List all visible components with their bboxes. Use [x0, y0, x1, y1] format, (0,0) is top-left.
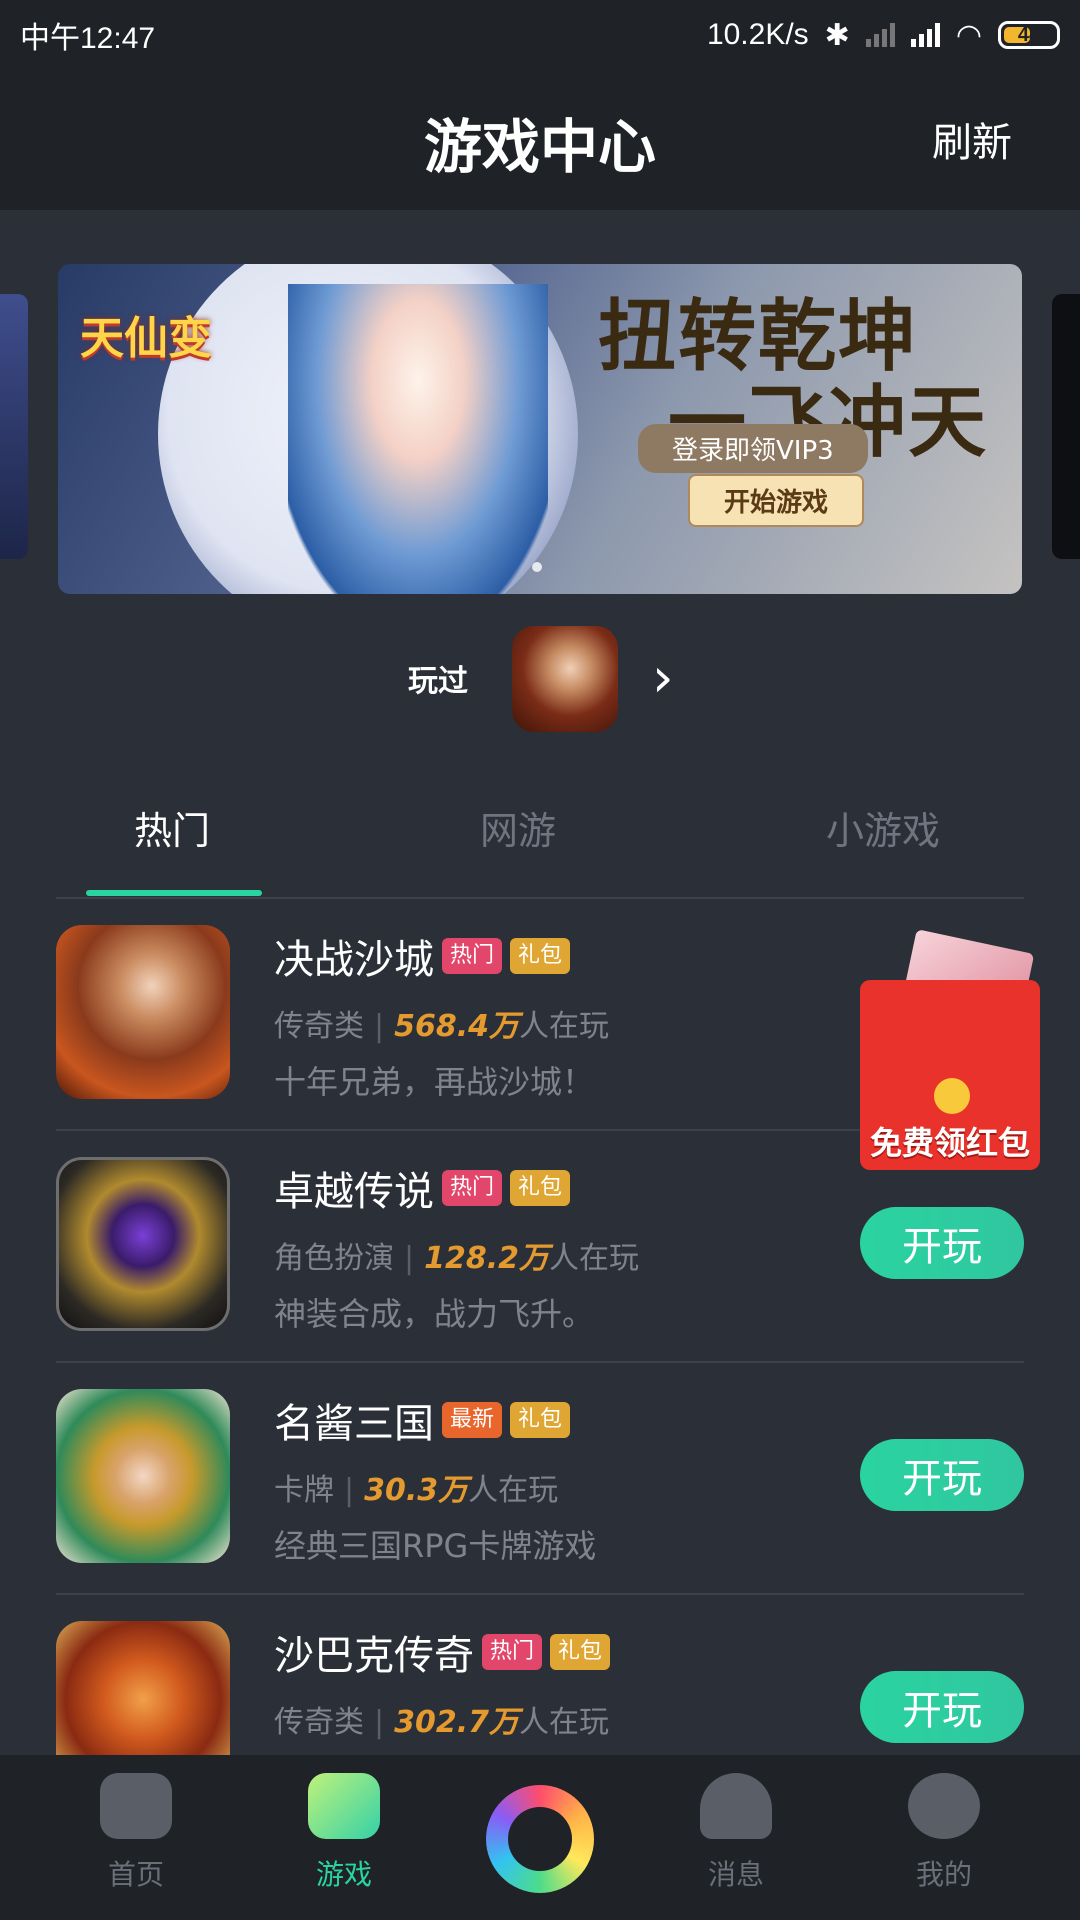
player-count: 302.7万: [394, 1705, 520, 1740]
game-title: 卓越传说 热门 礼包: [274, 1159, 571, 1217]
smile-face-icon: [908, 1773, 980, 1839]
active-tab-indicator: [86, 890, 262, 896]
hot-badge: 热门: [442, 938, 503, 974]
center-ring-button[interactable]: [486, 1785, 594, 1893]
player-count-suffix: 人在玩: [549, 1241, 640, 1276]
play-video-icon: [100, 1773, 172, 1839]
game-category: 卡牌: [274, 1473, 334, 1508]
game-name: 卓越传说: [274, 1169, 434, 1215]
game-category: 角色扮演: [274, 1241, 394, 1276]
chevron-right-icon[interactable]: ›: [652, 646, 674, 709]
list-item[interactable]: 名酱三国 最新 礼包 卡牌 | 30.3万人在玩 经典三国RPG卡牌游戏 开玩: [56, 1363, 1024, 1595]
game-icon: [56, 1621, 230, 1755]
player-count-suffix: 人在玩: [468, 1473, 559, 1508]
banner-start-game-button[interactable]: 开始游戏: [688, 474, 865, 527]
game-name: 沙巴克传奇: [274, 1633, 474, 1679]
gamepad-icon: [308, 1773, 380, 1839]
tab-hot[interactable]: 热门: [134, 800, 210, 855]
nav-messages[interactable]: 消息: [656, 1773, 816, 1893]
game-icon: [56, 925, 230, 1099]
bell-icon: [700, 1773, 772, 1839]
game-meta: 传奇类 | 568.4万人在玩: [274, 1001, 609, 1045]
game-name: 名酱三国: [274, 1401, 434, 1447]
nav-games-label: 游戏: [315, 1858, 372, 1891]
battery-level: 44: [1017, 23, 1041, 46]
game-name: 决战沙城: [274, 937, 434, 983]
signal-icon-sim2: [865, 23, 895, 47]
banner-headline-line-1: 扭转乾坤: [598, 291, 919, 382]
page-title: 游戏中心: [423, 113, 656, 181]
game-title: 名酱三国 最新 礼包: [274, 1391, 571, 1449]
meta-separator: |: [374, 1009, 385, 1044]
game-description: 神装合成，战力飞升。: [274, 1295, 595, 1333]
play-button[interactable]: 开玩: [860, 1671, 1024, 1743]
carousel-indicator-dot: [532, 562, 542, 572]
play-button[interactable]: 开玩: [860, 1439, 1024, 1511]
new-badge: 最新: [442, 1402, 503, 1438]
recently-played[interactable]: 玩过 ›: [0, 626, 1080, 736]
nav-home[interactable]: 首页: [56, 1773, 216, 1893]
status-icons: 10.2K/s ✱ ◠ 44: [707, 18, 1060, 53]
meta-separator: |: [374, 1705, 385, 1740]
gift-badge: 礼包: [510, 938, 571, 974]
game-title: 决战沙城 热门 礼包: [274, 927, 571, 985]
game-title: 沙巴克传奇 热门 礼包: [274, 1623, 611, 1681]
game-meta: 卡牌 | 30.3万人在玩: [274, 1465, 558, 1509]
game-description: 经典三国RPG卡牌游戏: [274, 1527, 597, 1565]
banner-character-art: [288, 284, 548, 594]
game-meta: 传奇类 | 302.7万人在玩: [274, 1697, 609, 1741]
bottom-navigation: 首页 游戏 消息 我的: [0, 1755, 1080, 1920]
banner-next-peek[interactable]: [1052, 294, 1080, 559]
player-count-suffix: 人在玩: [519, 1009, 610, 1044]
played-game-icon[interactable]: [512, 626, 618, 732]
player-count-suffix: 人在玩: [519, 1705, 610, 1740]
game-category: 传奇类: [274, 1705, 364, 1740]
refresh-button[interactable]: 刷新: [932, 110, 1012, 168]
list-item[interactable]: 沙巴克传奇 热门 礼包 传奇类 | 302.7万人在玩 开玩: [56, 1595, 1024, 1755]
game-icon: [56, 1389, 230, 1563]
tab-mini-games[interactable]: 小游戏: [826, 800, 940, 855]
player-count: 30.3万: [364, 1473, 469, 1508]
gift-badge: 礼包: [510, 1170, 571, 1206]
player-count: 128.2万: [424, 1241, 550, 1276]
game-icon: [56, 1157, 230, 1331]
played-label: 玩过: [408, 664, 468, 699]
game-description: 十年兄弟，再战沙城！: [274, 1063, 595, 1101]
banner-game-logo: 天仙变: [80, 313, 212, 364]
game-meta: 角色扮演 | 128.2万人在玩: [274, 1233, 639, 1277]
nav-profile-label: 我的: [915, 1858, 972, 1891]
network-speed: 10.2K/s: [706, 18, 809, 51]
signal-icon-sim1: [910, 23, 940, 47]
red-packet-label: 免费领红包: [869, 1124, 1030, 1162]
hot-badge: 热门: [482, 1634, 543, 1670]
nav-profile[interactable]: 我的: [864, 1773, 1024, 1893]
banner-slide[interactable]: 天仙变 扭转乾坤 一飞冲天 登录即领VIP3 开始游戏: [58, 264, 1022, 594]
player-count: 568.4万: [394, 1009, 520, 1044]
meta-separator: |: [404, 1241, 415, 1276]
banner-carousel[interactable]: 天仙变 扭转乾坤 一飞冲天 登录即领VIP3 开始游戏: [0, 264, 1080, 594]
banner-vip-tag: 登录即领VIP3: [638, 424, 868, 473]
nav-home-label: 首页: [107, 1858, 164, 1891]
play-button[interactable]: 开玩: [860, 1207, 1024, 1279]
battery-icon: 44: [998, 21, 1060, 49]
gift-badge: 礼包: [550, 1634, 611, 1670]
coin-icon: [934, 1078, 970, 1114]
meta-separator: |: [344, 1473, 355, 1508]
status-bar: 中午12:47 10.2K/s ✱ ◠ 44: [0, 0, 1080, 70]
red-packet-promo[interactable]: 免费领红包: [860, 929, 1040, 1170]
gift-badge: 礼包: [510, 1402, 571, 1438]
nav-games[interactable]: 游戏: [264, 1773, 424, 1893]
banner-prev-peek[interactable]: [0, 294, 28, 559]
header: 游戏中心 刷新: [0, 70, 1080, 210]
game-category: 传奇类: [274, 1009, 364, 1044]
hot-badge: 热门: [442, 1170, 503, 1206]
bluetooth-icon: ✱: [824, 18, 850, 52]
status-time: 中午12:47: [20, 22, 156, 55]
tab-online-games[interactable]: 网游: [480, 800, 556, 855]
category-tabs: 热门 网游 小游戏: [0, 790, 1080, 900]
wifi-icon: ◠: [955, 18, 982, 52]
nav-messages-label: 消息: [707, 1858, 764, 1891]
